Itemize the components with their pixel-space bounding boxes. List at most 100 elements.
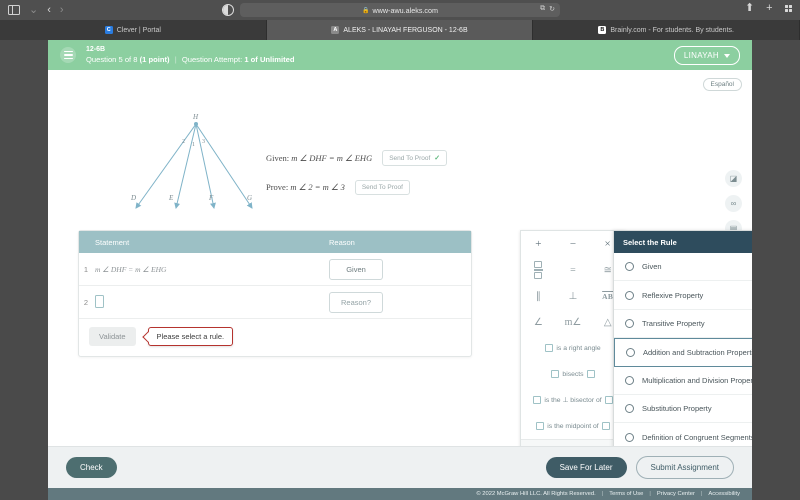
espanol-button[interactable]: Español xyxy=(703,78,743,91)
radio-icon xyxy=(625,291,634,300)
figure-label-G: G xyxy=(247,194,252,202)
reader-contrast-icon[interactable] xyxy=(222,4,234,16)
share-icon[interactable]: ⬆ xyxy=(745,3,754,14)
phrase-bisects[interactable]: bisects xyxy=(521,361,625,387)
send-to-proof-prove-button[interactable]: Send To Proof xyxy=(355,180,410,195)
row-reason-cell: Reason? xyxy=(321,292,471,313)
phrase-perp-bisector[interactable]: is the ⊥ bisector of xyxy=(521,387,625,413)
browser-tab-clever[interactable]: C Clever | Portal xyxy=(0,20,267,40)
validate-button[interactable]: Validate xyxy=(89,327,136,346)
radio-icon xyxy=(625,433,634,442)
given-label: Given: xyxy=(266,153,289,163)
placeholder-box-icon xyxy=(602,422,610,430)
tab-grid-icon[interactable] xyxy=(785,5,792,12)
screen: ⌄ ‹ › 🔒 www-awu.aleks.com ⧉ ↻ ⬆ + C xyxy=(0,0,800,500)
equals-icon[interactable]: = xyxy=(556,257,591,283)
measure-angle-icon[interactable]: m∠ xyxy=(556,309,591,335)
user-menu-button[interactable]: LINAYAH xyxy=(674,46,740,65)
rule-option-substitution[interactable]: Substitution Property xyxy=(614,395,752,423)
math-palette: + − × = ≅ ∥ ⊥ AB ∠ m xyxy=(520,230,626,461)
aleks-app: 12-6B Question 5 of 8 (1 point) | Questi… xyxy=(48,40,752,500)
angle-icon[interactable]: ∠ xyxy=(521,309,556,335)
privacy-center-link[interactable]: Privacy Center xyxy=(657,491,695,497)
address-bar[interactable]: 🔒 www-awu.aleks.com ⧉ ↻ xyxy=(240,3,560,17)
fraction-icon[interactable] xyxy=(521,257,556,283)
phrase-label: is the ⊥ bisector of xyxy=(544,396,601,404)
plus-icon[interactable]: + xyxy=(521,231,556,257)
radio-icon xyxy=(625,404,634,413)
reload-icon[interactable]: ↻ xyxy=(549,5,555,13)
rule-label: Addition and Subtraction Properties xyxy=(643,348,752,357)
url-text: www-awu.aleks.com xyxy=(372,6,438,15)
given-expression: m ∠ DHF = m ∠ EHG xyxy=(291,153,372,163)
phrase-right-angle[interactable]: is a right angle xyxy=(521,335,625,361)
sidebar-icon[interactable] xyxy=(8,5,20,15)
rule-option-multiplication-division[interactable]: Multiplication and Division Properties xyxy=(614,367,752,395)
proof-table-footer: Validate Please select a rule. xyxy=(79,319,471,356)
figure-svg: H D E F G 2 1 3 xyxy=(126,110,266,220)
browser-tab-brainly[interactable]: B Brainly.com - For students. By student… xyxy=(533,20,800,40)
rule-option-transitive[interactable]: Transitive Property xyxy=(614,310,752,338)
infinity-glyph: ∞ xyxy=(731,199,737,208)
send-to-proof-given-button[interactable]: Send To Proof ✓ xyxy=(382,150,447,166)
hamburger-menu-icon[interactable] xyxy=(60,47,76,63)
phrase-label: bisects xyxy=(562,371,583,378)
radio-icon xyxy=(625,262,634,271)
placeholder-box-icon xyxy=(536,422,544,430)
plus-icon[interactable]: + xyxy=(766,3,772,14)
figure-angle-3: 3 xyxy=(202,139,205,145)
perpendicular-icon[interactable]: ⊥ xyxy=(556,283,591,309)
browser-tab-aleks[interactable]: A ALEKS - LINAYAH FERGUSON - 12-6B xyxy=(267,20,534,40)
reason-button[interactable]: Given xyxy=(329,259,383,280)
header-text: 12-6B Question 5 of 8 (1 point) | Questi… xyxy=(86,46,295,64)
reason-button[interactable]: Reason? xyxy=(329,292,383,313)
minus-icon[interactable]: − xyxy=(556,231,591,257)
copyright-text: © 2022 McGraw Hill LLC. All Rights Reser… xyxy=(476,491,595,497)
radio-icon xyxy=(625,319,634,328)
rule-option-addition-subtraction[interactable]: Addition and Subtraction Properties xyxy=(614,338,752,366)
right-actions: Save For Later Submit Assignment xyxy=(546,456,734,479)
tab-title: Clever | Portal xyxy=(117,27,161,34)
fraction-glyph xyxy=(534,261,543,278)
submit-assignment-button[interactable]: Submit Assignment xyxy=(636,456,734,479)
sidebar-chevron-icon[interactable]: ⌄ xyxy=(29,5,38,16)
given-row: Given: m ∠ DHF = m ∠ EHG Send To Proof ✓ xyxy=(266,150,447,166)
send-to-proof-label: Send To Proof xyxy=(362,184,403,191)
figure-label-E: E xyxy=(168,194,174,202)
no-figure-icon[interactable]: ◪ xyxy=(725,170,742,187)
phrase-midpoint[interactable]: is the midpoint of xyxy=(521,413,625,439)
select-rule-header: Select the Rule ⌄ xyxy=(614,231,752,253)
row-statement-input[interactable] xyxy=(95,293,321,311)
given-prove-block: Given: m ∠ DHF = m ∠ EHG Send To Proof ✓… xyxy=(266,150,447,209)
radio-icon xyxy=(625,376,634,385)
accessibility-link[interactable]: Accessibility xyxy=(708,491,740,497)
tab-title: Brainly.com - For students. By students. xyxy=(610,27,734,34)
terms-of-use-link[interactable]: Terms of Use xyxy=(609,491,643,497)
radio-icon xyxy=(626,348,635,357)
rule-option-given[interactable]: Given xyxy=(614,253,752,281)
forward-arrow-icon[interactable]: › xyxy=(60,5,64,16)
math-palette-symbols: + − × = ≅ ∥ ⊥ AB ∠ m xyxy=(521,231,625,335)
extensions-icon[interactable]: ⧉ xyxy=(540,5,545,13)
prove-label: Prove: xyxy=(266,182,288,192)
back-arrow-icon[interactable]: ‹ xyxy=(47,5,51,16)
infinity-icon[interactable]: ∞ xyxy=(725,195,742,212)
rule-option-reflexive[interactable]: Reflexive Property xyxy=(614,281,752,309)
error-tooltip: Please select a rule. xyxy=(148,327,234,346)
phrase-label: is a right angle xyxy=(556,345,600,352)
proof-table: Statement Reason 1 m ∠ DHF = m ∠ EHG Giv… xyxy=(78,230,472,357)
rule-label: Reflexive Property xyxy=(642,291,703,300)
course-label: 12-6B xyxy=(86,46,295,55)
placeholder-box-icon xyxy=(605,396,613,404)
placeholder-box-icon xyxy=(533,396,541,404)
attempt-label: Question Attempt: xyxy=(182,55,242,64)
action-bar: Check Save For Later Submit Assignment xyxy=(48,446,752,488)
save-for-later-button[interactable]: Save For Later xyxy=(546,457,627,478)
check-button[interactable]: Check xyxy=(66,457,117,478)
select-rule-title: Select the Rule xyxy=(623,238,677,247)
parallel-icon[interactable]: ∥ xyxy=(521,283,556,309)
send-to-proof-label: Send To Proof xyxy=(389,155,430,162)
question-label: Question 5 of 8 xyxy=(86,55,138,64)
row-statement[interactable]: m ∠ DHF = m ∠ EHG xyxy=(95,265,321,274)
no-figure-glyph: ◪ xyxy=(730,174,738,183)
